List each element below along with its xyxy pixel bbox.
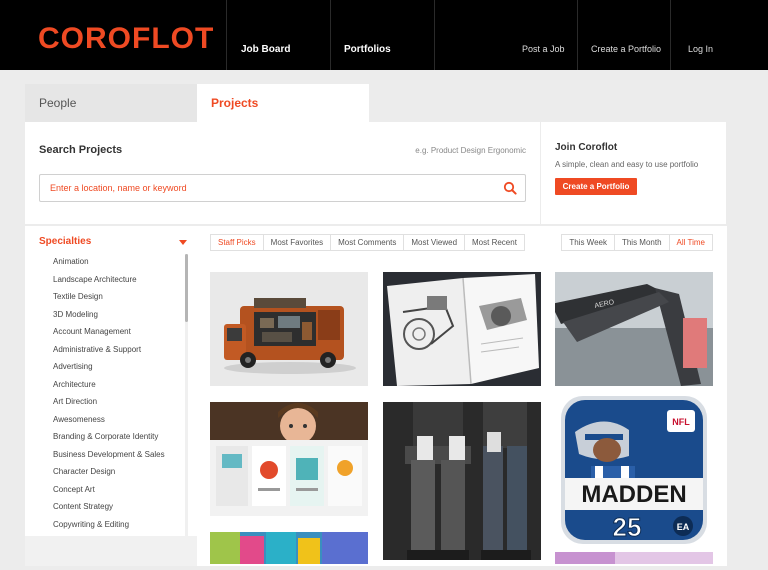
- specialty-item[interactable]: Copywriting & Editing: [53, 516, 185, 534]
- madden-number: 25: [613, 512, 642, 542]
- project-thumbnail-kid-cards[interactable]: [210, 402, 368, 516]
- specialty-item[interactable]: Awesomeness: [53, 411, 185, 429]
- search-hint: e.g. Product Design Ergonomic: [415, 146, 526, 155]
- project-thumbnail-fashion[interactable]: [383, 402, 541, 560]
- specialty-item[interactable]: Administrative & Support: [53, 341, 185, 359]
- filter-this-week[interactable]: This Week: [562, 235, 615, 250]
- filter-this-month[interactable]: This Month: [615, 235, 670, 250]
- nav-divider: [226, 0, 227, 70]
- nav-divider: [577, 0, 578, 70]
- join-panel: Join Coroflot A simple, clean and easy t…: [541, 122, 726, 224]
- nav-divider: [434, 0, 435, 70]
- sidebar-scrollbar-thumb[interactable]: [185, 254, 188, 322]
- tab-people[interactable]: People: [25, 84, 197, 122]
- nav-create-portfolio[interactable]: Create a Portfolio: [591, 44, 661, 54]
- time-filters: This Week This Month All Time: [561, 234, 713, 251]
- specialties-sidebar: Specialties Animation Landscape Architec…: [25, 226, 197, 566]
- join-title: Join Coroflot: [555, 142, 618, 153]
- tab-projects[interactable]: Projects: [197, 84, 369, 122]
- project-thumbnail-bike-frame[interactable]: AERO: [555, 272, 713, 386]
- search-panel: Search Projects e.g. Product Design Ergo…: [25, 122, 540, 224]
- projects-main: Staff Picks Most Favorites Most Comments…: [197, 226, 727, 566]
- sort-filters: Staff Picks Most Favorites Most Comments…: [210, 234, 525, 251]
- project-thumbnail-sketchbook[interactable]: [383, 272, 541, 386]
- specialties-list: Animation Landscape Architecture Textile…: [53, 253, 185, 549]
- search-input[interactable]: [40, 175, 500, 201]
- specialty-item[interactable]: Branding & Corporate Identity: [53, 428, 185, 446]
- coroflot-logo[interactable]: COROFLOT: [38, 22, 214, 56]
- specialties-heading[interactable]: Specialties: [39, 236, 91, 247]
- project-thumbnail-colorful-painting[interactable]: [210, 532, 368, 564]
- specialty-item[interactable]: Account Management: [53, 323, 185, 341]
- nav-divider: [670, 0, 671, 70]
- specialty-item[interactable]: Animation: [53, 253, 185, 271]
- ea-logo: EA: [677, 522, 690, 532]
- filter-staff-picks[interactable]: Staff Picks: [211, 235, 264, 250]
- project-thumbnail-madden-app-icon[interactable]: NFL MADDEN 25 EA: [555, 392, 713, 548]
- join-subtitle: A simple, clean and easy to use portfoli…: [555, 160, 699, 169]
- specialty-item[interactable]: Business Development & Sales: [53, 446, 185, 464]
- nav-job-board[interactable]: Job Board: [241, 44, 290, 55]
- specialty-item[interactable]: Advertising: [53, 358, 185, 376]
- specialty-item[interactable]: Landscape Architecture: [53, 271, 185, 289]
- nav-log-in[interactable]: Log In: [688, 44, 713, 54]
- caret-down-icon[interactable]: [179, 240, 187, 245]
- specialty-item[interactable]: Art Direction: [53, 393, 185, 411]
- project-thumbnail-food-truck[interactable]: [210, 272, 368, 386]
- specialty-item[interactable]: Content Strategy: [53, 498, 185, 516]
- nfl-badge: NFL: [672, 417, 690, 427]
- filter-most-viewed[interactable]: Most Viewed: [404, 235, 466, 250]
- top-navigation-bar: COROFLOT Job Board Portfolios Post a Job…: [0, 0, 768, 70]
- filter-most-comments[interactable]: Most Comments: [331, 235, 405, 250]
- filter-most-favorites[interactable]: Most Favorites: [264, 235, 332, 250]
- specialty-item[interactable]: Architecture: [53, 376, 185, 394]
- search-title: Search Projects: [39, 144, 123, 156]
- specialty-item[interactable]: Character Design: [53, 463, 185, 481]
- specialty-item[interactable]: 3D Modeling: [53, 306, 185, 324]
- nav-post-a-job[interactable]: Post a Job: [522, 44, 565, 54]
- create-portfolio-button[interactable]: Create a Portfolio: [555, 178, 637, 195]
- nav-divider: [330, 0, 331, 70]
- sidebar-footer: [25, 536, 197, 566]
- search-icon[interactable]: [503, 181, 517, 195]
- filter-most-recent[interactable]: Most Recent: [465, 235, 524, 250]
- madden-title: MADDEN: [581, 481, 686, 508]
- nav-portfolios[interactable]: Portfolios: [344, 44, 391, 55]
- specialty-item[interactable]: Concept Art: [53, 481, 185, 499]
- project-thumbnail-partial[interactable]: [555, 552, 713, 564]
- search-box: [39, 174, 526, 202]
- specialty-item[interactable]: Textile Design: [53, 288, 185, 306]
- filter-all-time[interactable]: All Time: [670, 235, 712, 250]
